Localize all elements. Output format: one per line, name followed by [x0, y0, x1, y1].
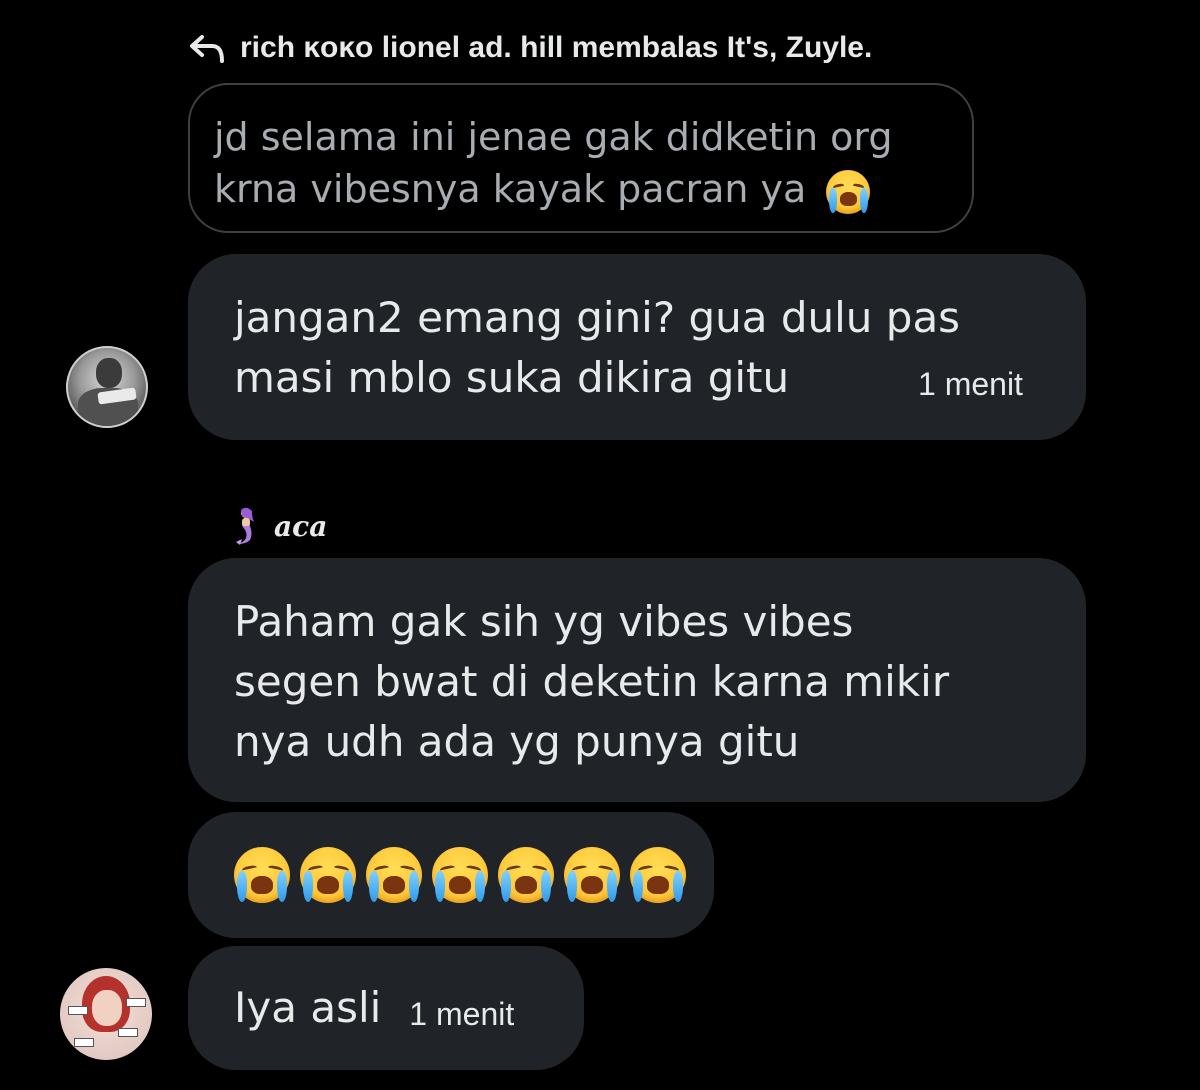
reply-header-text: rich ĸoĸo lionel ad. hill membalas It's,… — [240, 31, 873, 64]
message-text: Iya asli — [234, 983, 382, 1032]
message-line: Paham gak sih yg vibes vibes — [234, 597, 854, 646]
loudly-crying-face-icon — [300, 847, 356, 903]
loudly-crying-face-icon — [366, 847, 422, 903]
message-line: segen bwat di deketin karna mikir — [234, 657, 950, 706]
message-timestamp: 1 menit — [409, 996, 515, 1032]
message-timestamp: 1 menit — [918, 366, 1023, 402]
loudly-crying-face-icon — [234, 847, 290, 903]
emoji-message-bubble[interactable] — [188, 812, 714, 938]
sender-name: aca — [274, 509, 328, 543]
quoted-message[interactable]: jd selama ini jenae gak didketin org krn… — [188, 83, 974, 233]
quoted-line-2-wrap: krna vibesnya kayak pacran ya — [214, 163, 932, 215]
message-bubble[interactable]: Paham gak sih yg vibes vibes segen bwat … — [188, 558, 1086, 802]
reply-header[interactable]: rich ĸoĸo lionel ad. hill membalas It's,… — [188, 26, 872, 70]
quoted-line-1: jd selama ini jenae gak didketin org — [214, 115, 893, 159]
reply-arrow-icon — [190, 35, 224, 63]
quoted-line-2: krna vibesnya kayak pacran ya — [214, 167, 807, 211]
loudly-crying-face-icon — [564, 847, 620, 903]
message-bubble[interactable]: Iya asli 1 menit — [188, 946, 584, 1070]
chat-screen: rich ĸoĸo lionel ad. hill membalas It's,… — [0, 0, 1200, 1090]
sender-label[interactable]: aca — [232, 504, 327, 548]
lionel-avatar[interactable] — [66, 346, 148, 428]
loudly-crying-face-icon — [826, 169, 871, 214]
loudly-crying-face-icon — [432, 847, 488, 903]
message-line: nya udh ada yg punya gitu — [234, 717, 800, 766]
mermaid-icon — [236, 507, 254, 545]
loudly-crying-face-icon — [498, 847, 554, 903]
message-line: jangan2 emang gini? gua dulu pas — [234, 293, 961, 342]
loudly-crying-face-icon — [630, 847, 686, 903]
zuyle-avatar[interactable] — [60, 968, 152, 1060]
message-bubble[interactable]: jangan2 emang gini? gua dulu pas masi mb… — [188, 254, 1086, 440]
